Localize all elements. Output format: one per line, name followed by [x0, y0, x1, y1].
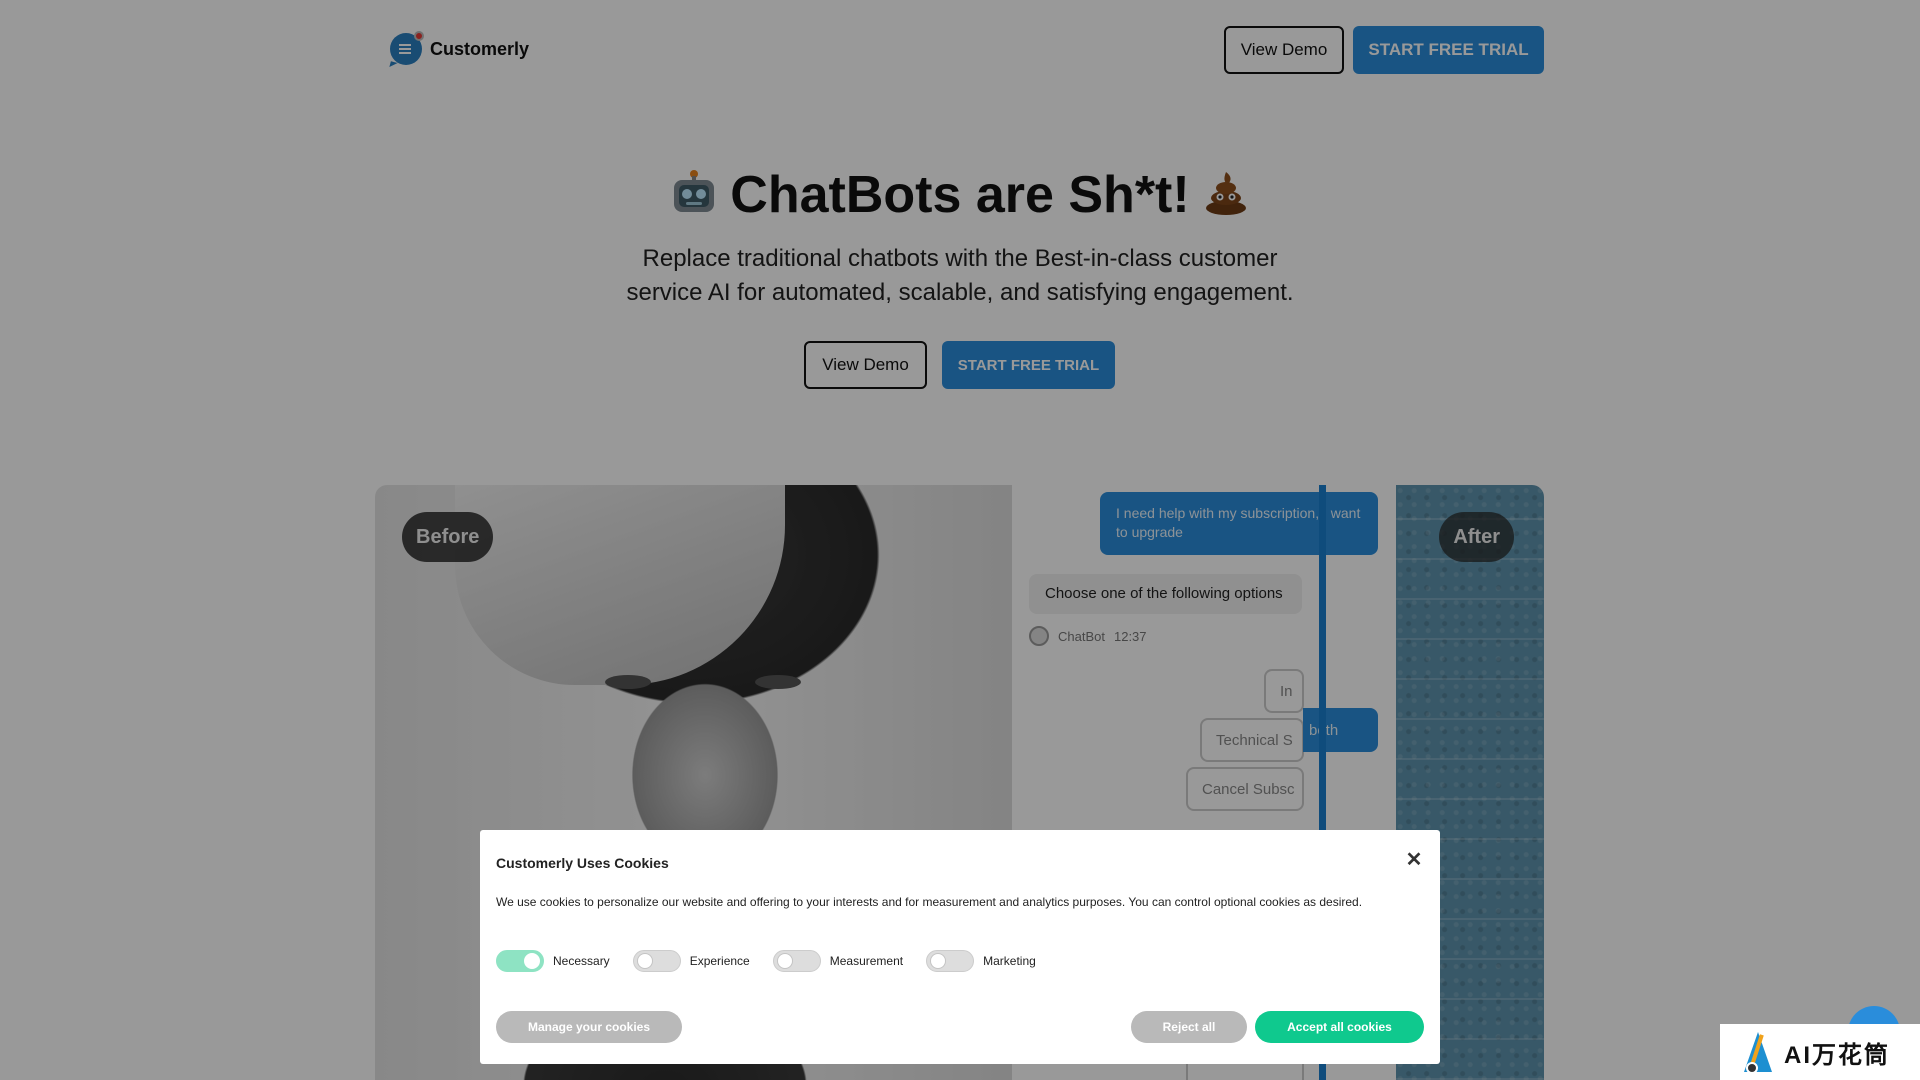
- manage-cookies-button[interactable]: Manage your cookies: [496, 1011, 682, 1043]
- toggle-group-marketing: Marketing: [926, 950, 1036, 972]
- measurement-toggle[interactable]: [772, 950, 821, 972]
- watermark-text: AI万花筒: [1784, 1041, 1890, 1069]
- cookie-modal-description: We use cookies to personalize our websit…: [496, 895, 1363, 909]
- cookie-modal-title: Customerly Uses Cookies: [496, 855, 669, 871]
- watermark-logo-icon: [1740, 1028, 1780, 1076]
- experience-toggle[interactable]: [632, 950, 681, 972]
- measurement-label: Measurement: [829, 954, 904, 968]
- necessary-label: Necessary: [553, 954, 610, 968]
- accept-all-cookies-button[interactable]: Accept all cookies: [1255, 1011, 1424, 1043]
- toggle-group-measurement: Measurement: [772, 950, 904, 972]
- toggle-group-necessary: Necessary: [496, 950, 610, 972]
- necessary-toggle[interactable]: [496, 950, 544, 972]
- toggle-group-experience: Experience: [632, 950, 750, 972]
- reject-all-button[interactable]: Reject all: [1131, 1011, 1247, 1043]
- marketing-toggle[interactable]: [926, 950, 975, 972]
- cookie-consent-modal: Customerly Uses Cookies ✕ We use cookies…: [480, 830, 1440, 1064]
- marketing-label: Marketing: [983, 954, 1036, 968]
- close-icon[interactable]: ✕: [1404, 850, 1424, 870]
- watermark-badge: AI万花筒: [1720, 1024, 1920, 1080]
- cookie-category-toggles: Necessary Experience Measurement Marketi…: [496, 950, 1059, 972]
- experience-label: Experience: [689, 954, 750, 968]
